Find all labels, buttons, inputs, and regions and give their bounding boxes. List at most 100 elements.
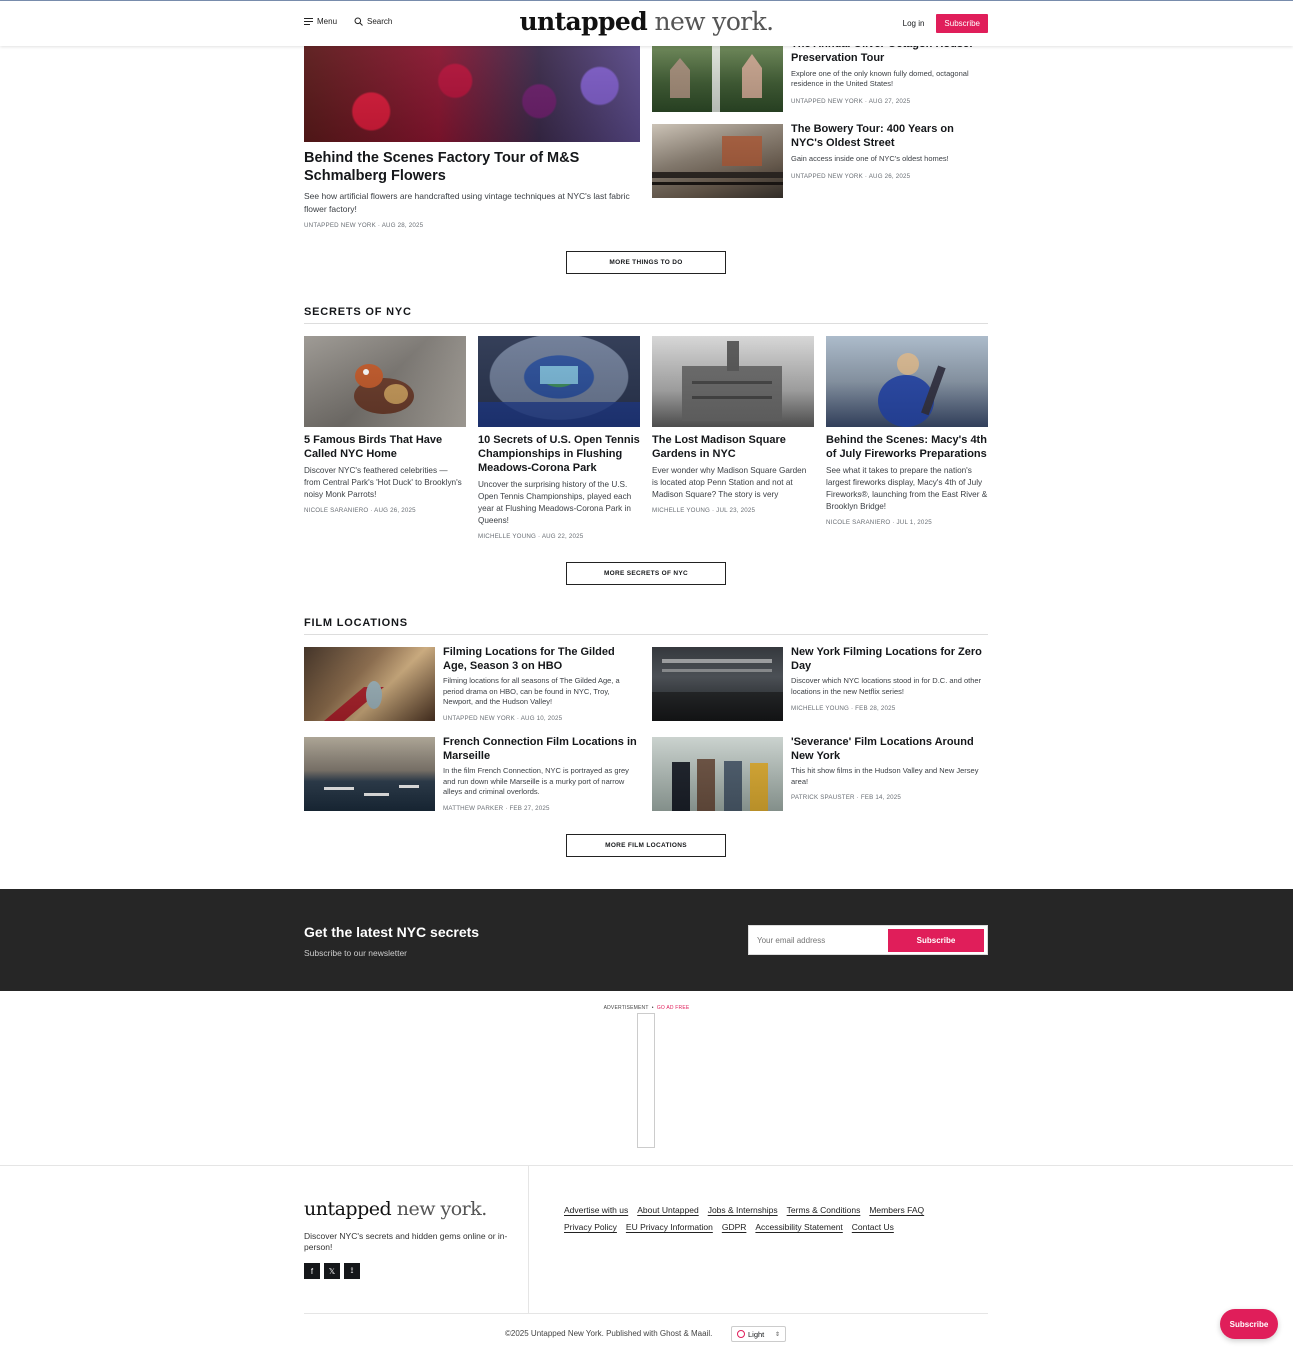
- date: AUG 26, 2025: [374, 507, 416, 514]
- card-meta-4: NICOLE SARANIERO · JUL 1, 2025: [826, 519, 932, 526]
- footer-bottom-divider: [304, 1313, 988, 1314]
- facebook-icon[interactable]: f: [304, 1263, 320, 1279]
- footer-link-advertise[interactable]: Advertise with us: [564, 1202, 628, 1219]
- card-image-tennis[interactable]: [478, 336, 640, 427]
- duck-illustration: [354, 364, 414, 414]
- date: JUL 1, 2025: [896, 519, 932, 526]
- film-meta-1: UNTAPPED NEW YORK · AUG 10, 2025: [443, 715, 563, 722]
- site-logo[interactable]: untapped new york.: [0, 7, 1293, 36]
- theme-select[interactable]: Light ⇕: [731, 1326, 786, 1342]
- featured-image-flowers[interactable]: [304, 40, 640, 142]
- film-excerpt-3: In the film French Connection, NYC is po…: [443, 766, 629, 796]
- featured-title[interactable]: Behind the Scenes Factory Tour of M&S Sc…: [304, 149, 640, 185]
- card-meta-3: MICHELLE YOUNG · JUL 23, 2025: [652, 507, 756, 514]
- footer-description: Discover NYC's secrets and hidden gems o…: [304, 1231, 508, 1252]
- newsletter-form: Subscribe: [748, 925, 988, 955]
- film-image-gilded[interactable]: [304, 647, 435, 721]
- film-image-zeroday[interactable]: [652, 647, 783, 721]
- more-film-locations-button[interactable]: MORE FILM LOCATIONS: [566, 834, 726, 857]
- newsletter-title: Get the latest NYC secrets: [304, 924, 480, 940]
- side-meta-1: UNTAPPED NEW YORK · AUG 27, 2025: [791, 98, 911, 105]
- date: AUG 27, 2025: [868, 98, 911, 105]
- film-title-2[interactable]: New York Filming Locations for Zero Day: [791, 645, 988, 673]
- author: UNTAPPED NEW YORK: [791, 98, 863, 105]
- side-excerpt-2: Gain access inside one of NYC's oldest h…: [791, 154, 949, 163]
- card-excerpt-2: Uncover the surprising history of the U.…: [478, 480, 632, 525]
- footer-links: Advertise with us About Untapped Jobs & In…: [564, 1202, 994, 1236]
- login-link[interactable]: Log in: [903, 19, 925, 28]
- ad-separator: •: [651, 1005, 654, 1011]
- harbor-illustration: [324, 785, 419, 796]
- author: UNTAPPED NEW YORK: [304, 222, 376, 229]
- site-header: Menu Search untapped new york. Log in Su…: [0, 1, 1293, 46]
- card-image-duck[interactable]: [304, 336, 466, 427]
- more-things-to-do-button[interactable]: MORE THINGS TO DO: [566, 251, 726, 274]
- author: NICOLE SARANIERO: [826, 519, 891, 526]
- footer-link-faq[interactable]: Members FAQ: [869, 1202, 924, 1219]
- author: MICHELLE YOUNG: [652, 507, 711, 514]
- copyright: ©2025 Untapped New York. Published with …: [505, 1329, 713, 1338]
- card-title-1[interactable]: 5 Famous Birds That Have Called NYC Home: [304, 433, 466, 461]
- footer-link-jobs[interactable]: Jobs & Internships: [708, 1202, 778, 1219]
- side-image-bowery[interactable]: [652, 124, 783, 198]
- x-twitter-icon[interactable]: 𝕏: [324, 1263, 340, 1279]
- footer-logo[interactable]: untapped new york.: [304, 1198, 487, 1220]
- author: MICHELLE YOUNG: [791, 705, 850, 712]
- footer-link-eu-privacy[interactable]: EU Privacy Information: [626, 1219, 713, 1236]
- footer-link-contact[interactable]: Contact Us: [852, 1219, 894, 1236]
- film-title-3[interactable]: French Connection Film Locations in Mars…: [443, 735, 640, 763]
- card-image-madison[interactable]: [652, 336, 814, 427]
- author: UNTAPPED NEW YORK: [443, 715, 515, 722]
- date: FEB 28, 2025: [855, 705, 896, 712]
- elevated-train-illustration: [652, 136, 783, 185]
- film-meta-4: PATRICK SPAUSTER · FEB 14, 2025: [791, 794, 902, 801]
- theme-label: Light: [748, 1329, 765, 1339]
- author: MATTHEW PARKER: [443, 805, 504, 812]
- card-meta-2: MICHELLE YOUNG · AUG 22, 2025: [478, 533, 584, 540]
- featured-meta: UNTAPPED NEW YORK · AUG 28, 2025: [304, 222, 424, 229]
- stadium-illustration: [478, 366, 640, 427]
- ad-text: ADVERTISEMENT: [603, 1005, 649, 1011]
- side-title-2[interactable]: The Bowery Tour: 400 Years on NYC's Olde…: [791, 122, 988, 150]
- worker-illustration: [878, 353, 946, 427]
- film-image-marseille[interactable]: [304, 737, 435, 811]
- floating-subscribe-button[interactable]: Subscribe: [1220, 1309, 1278, 1339]
- side-image-octagon[interactable]: [652, 40, 783, 112]
- card-image-fireworks[interactable]: [826, 336, 988, 427]
- footer-link-about[interactable]: About Untapped: [637, 1202, 698, 1219]
- film-title-4[interactable]: 'Severance' Film Locations Around New Yo…: [791, 735, 988, 763]
- subscribe-button[interactable]: Subscribe: [936, 14, 988, 33]
- rss-icon[interactable]: ⟟: [344, 1263, 360, 1279]
- author: UNTAPPED NEW YORK: [791, 173, 863, 180]
- card-title-3[interactable]: The Lost Madison Square Gardens in NYC: [652, 433, 814, 461]
- card-title-4[interactable]: Behind the Scenes: Macy's 4th of July Fi…: [826, 433, 988, 461]
- footer-divider: [0, 1165, 1293, 1166]
- footer-logo-bold: untapped: [304, 1198, 392, 1220]
- date: AUG 22, 2025: [541, 533, 584, 540]
- card-excerpt-4: See what it takes to prepare the nation'…: [826, 466, 988, 511]
- cast-illustration: [672, 759, 768, 811]
- section-heading-secrets: SECRETS OF NYC: [304, 306, 988, 324]
- date: FEB 14, 2025: [860, 794, 902, 801]
- ad-label: ADVERTISEMENT • GO AD FREE: [0, 1005, 1293, 1011]
- section-heading-film: FILM LOCATIONS: [304, 617, 988, 635]
- date: AUG 28, 2025: [381, 222, 424, 229]
- film-meta-3: MATTHEW PARKER · FEB 27, 2025: [443, 805, 550, 812]
- newsletter-subscribe-button[interactable]: Subscribe: [888, 929, 984, 952]
- film-image-severance[interactable]: [652, 737, 783, 811]
- building-illustration: [682, 341, 782, 421]
- office-illustration: [652, 659, 783, 721]
- featured-excerpt: See how artificial flowers are handcraft…: [304, 191, 630, 214]
- footer-link-gdpr[interactable]: GDPR: [722, 1219, 747, 1236]
- footer-link-accessibility[interactable]: Accessibility Statement: [755, 1219, 842, 1236]
- go-ad-free-link[interactable]: GO AD FREE: [657, 1005, 690, 1011]
- card-title-2[interactable]: 10 Secrets of U.S. Open Tennis Champions…: [478, 433, 640, 475]
- card-excerpt-1: Discover NYC's feathered celebrities — f…: [304, 466, 462, 499]
- email-input[interactable]: [757, 936, 887, 945]
- more-secrets-button[interactable]: MORE SECRETS OF NYC: [566, 562, 726, 585]
- footer-link-privacy[interactable]: Privacy Policy: [564, 1219, 617, 1236]
- footer-link-terms[interactable]: Terms & Conditions: [787, 1202, 861, 1219]
- film-title-1[interactable]: Filming Locations for The Gilded Age, Se…: [443, 645, 640, 673]
- logo-bold: untapped: [519, 7, 648, 36]
- octagon-house-illustration: [670, 40, 762, 112]
